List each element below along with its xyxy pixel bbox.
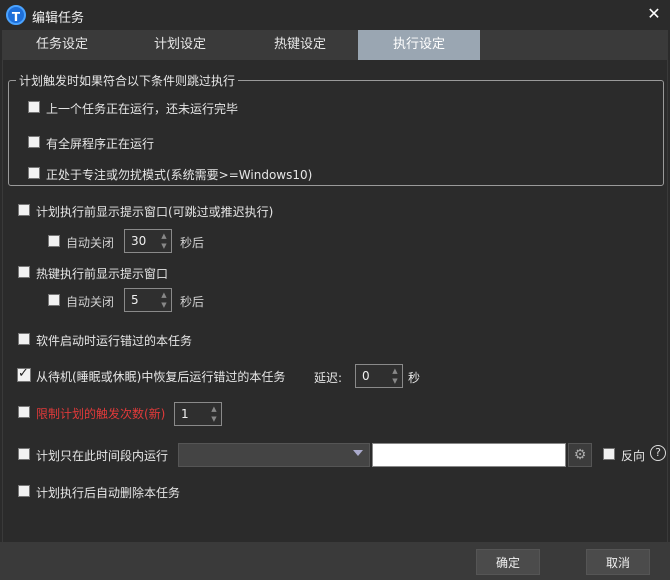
limit-trigger-count-label: 限制计划的触发次数(新): [36, 407, 166, 421]
resume-delay-stepper[interactable]: 0 ▲ ▼: [355, 364, 403, 388]
skip-focus-mode-label: 正处于专注或勿扰模式(系统需要>=Windows10): [46, 168, 313, 182]
time-window-dropdown[interactable]: [178, 443, 370, 467]
chevron-up-icon[interactable]: ▲: [159, 231, 169, 241]
window-title: 编辑任务: [32, 11, 85, 26]
plan-auto-close-label: 自动关闭: [66, 236, 115, 250]
tab-bar: 任务设定 计划设定 热键设定 执行设定: [2, 30, 668, 60]
run-missed-on-start-checkbox[interactable]: [18, 333, 30, 345]
resume-delay-label: 延迟:: [314, 371, 343, 385]
run-missed-on-resume-checkbox[interactable]: [17, 366, 31, 382]
chevron-up-icon[interactable]: ▲: [390, 366, 400, 376]
app-logo-icon: T: [6, 5, 26, 25]
hotkey-prompt-label: 热键执行前显示提示窗口: [36, 267, 169, 281]
chevron-down-icon[interactable]: ▼: [159, 241, 169, 251]
help-icon[interactable]: ?: [650, 445, 666, 461]
hotkey-auto-close-value: 5: [131, 293, 139, 307]
time-window-text-field[interactable]: [372, 443, 566, 467]
gear-icon[interactable]: ⚙: [568, 443, 592, 467]
reverse-label: 反向: [621, 449, 646, 463]
footer-bar: [0, 542, 670, 580]
skip-focus-mode-checkbox[interactable]: [28, 167, 40, 179]
plan-auto-close-stepper[interactable]: 30 ▲ ▼: [124, 229, 172, 253]
auto-delete-label: 计划执行后自动删除本任务: [36, 486, 181, 500]
tab-schedule-settings[interactable]: 计划设定: [120, 30, 240, 60]
hotkey-auto-close-unit: 秒后: [180, 295, 205, 309]
limit-trigger-count-checkbox[interactable]: [18, 406, 30, 418]
time-window-checkbox[interactable]: [18, 448, 30, 460]
run-missed-on-resume-label: 从待机(睡眠或休眠)中恢复后运行错过的本任务: [36, 370, 286, 384]
limit-trigger-count-stepper[interactable]: 1 ▲ ▼: [174, 402, 222, 426]
chevron-down-icon[interactable]: ▼: [159, 300, 169, 310]
skip-fullscreen-label: 有全屏程序正在运行: [46, 137, 155, 151]
chevron-down-icon[interactable]: ▼: [209, 414, 219, 424]
skip-previous-running-label: 上一个任务正在运行，还未运行完毕: [46, 102, 239, 116]
hotkey-prompt-checkbox[interactable]: [18, 266, 30, 278]
plan-auto-close-value: 30: [131, 234, 147, 248]
resume-delay-value: 0: [362, 369, 370, 383]
resume-delay-unit: 秒: [408, 371, 421, 385]
plan-prompt-checkbox[interactable]: [18, 204, 30, 216]
skip-previous-running-checkbox[interactable]: [28, 101, 40, 113]
chevron-down-icon[interactable]: ▼: [390, 376, 400, 386]
reverse-checkbox[interactable]: [603, 448, 615, 460]
tab-task-settings[interactable]: 任务设定: [2, 30, 122, 60]
run-missed-on-start-label: 软件启动时运行错过的本任务: [36, 334, 193, 348]
plan-auto-close-unit: 秒后: [180, 236, 205, 250]
hotkey-auto-close-checkbox[interactable]: [48, 294, 60, 306]
limit-trigger-count-value: 1: [181, 407, 189, 421]
skip-fullscreen-checkbox[interactable]: [28, 136, 40, 148]
plan-auto-close-checkbox[interactable]: [48, 235, 60, 247]
chevron-up-icon[interactable]: ▲: [209, 404, 219, 414]
auto-delete-checkbox[interactable]: [18, 485, 30, 497]
title-bar: [0, 0, 670, 30]
time-window-label: 计划只在此时间段内运行: [36, 449, 169, 463]
tab-hotkey-settings[interactable]: 热键设定: [240, 30, 360, 60]
plan-prompt-label: 计划执行前显示提示窗口(可跳过或推迟执行): [36, 205, 274, 219]
tab-execution-settings[interactable]: 执行设定: [358, 30, 480, 60]
chevron-down-icon: [353, 450, 363, 456]
cancel-button[interactable]: 取消: [586, 549, 650, 575]
hotkey-auto-close-stepper[interactable]: 5 ▲ ▼: [124, 288, 172, 312]
skip-conditions-legend: 计划触发时如果符合以下条件则跳过执行: [16, 72, 239, 89]
hotkey-auto-close-label: 自动关闭: [66, 295, 115, 309]
ok-button[interactable]: 确定: [476, 549, 540, 575]
close-icon[interactable]: ✕: [644, 4, 664, 24]
chevron-up-icon[interactable]: ▲: [159, 290, 169, 300]
